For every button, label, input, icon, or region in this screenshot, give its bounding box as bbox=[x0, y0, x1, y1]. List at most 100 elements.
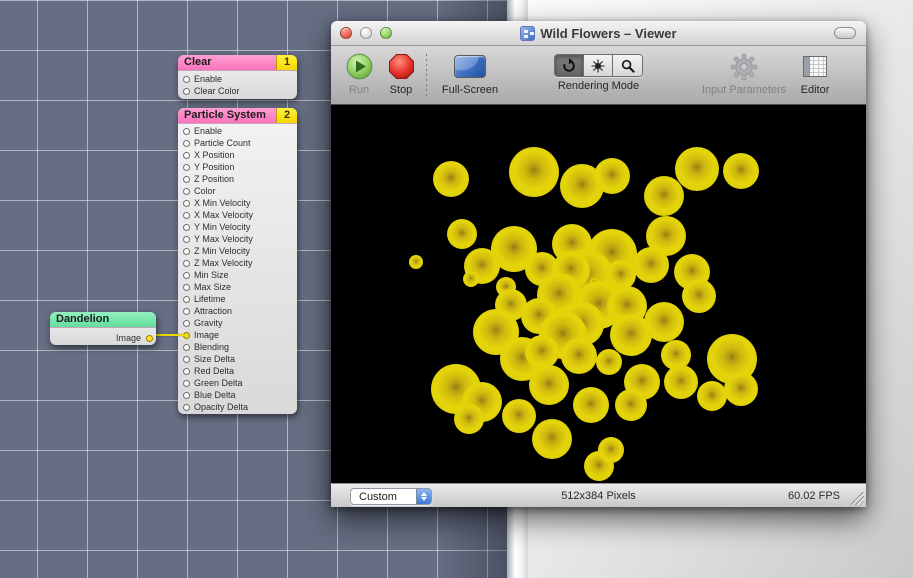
input-port-y-min-velocity[interactable]: Y Min Velocity bbox=[178, 221, 297, 233]
port-dot[interactable] bbox=[183, 260, 190, 267]
port-label: Clear Color bbox=[194, 86, 240, 96]
stop-button[interactable]: Stop bbox=[381, 52, 421, 96]
port-dot[interactable] bbox=[183, 152, 190, 159]
input-port-y-position[interactable]: Y Position bbox=[178, 161, 297, 173]
input-port-z-min-velocity[interactable]: Z Min Velocity bbox=[178, 245, 297, 257]
input-port-blending[interactable]: Blending bbox=[178, 341, 297, 353]
dandelion-particle bbox=[573, 387, 609, 423]
port-label: Z Max Velocity bbox=[194, 258, 253, 268]
port-label: Gravity bbox=[194, 318, 223, 328]
dandelion-particle bbox=[682, 279, 716, 313]
port-dot[interactable] bbox=[183, 296, 190, 303]
port-label: Red Delta bbox=[194, 366, 234, 376]
node-particle-system-header[interactable]: Particle System 2 bbox=[178, 108, 297, 124]
port-dot[interactable] bbox=[183, 356, 190, 363]
fullscreen-icon bbox=[454, 55, 486, 78]
port-label: Min Size bbox=[194, 270, 229, 280]
input-port-image[interactable]: Image bbox=[178, 329, 297, 341]
input-port-green-delta[interactable]: Green Delta bbox=[178, 377, 297, 389]
input-port-particle-count[interactable]: Particle Count bbox=[178, 137, 297, 149]
port-dot[interactable] bbox=[183, 320, 190, 327]
port-dot[interactable] bbox=[183, 248, 190, 255]
port-dot[interactable] bbox=[183, 272, 190, 279]
port-dot[interactable] bbox=[183, 76, 190, 83]
input-port-x-max-velocity[interactable]: X Max Velocity bbox=[178, 209, 297, 221]
fullscreen-button[interactable]: Full-Screen bbox=[434, 52, 506, 96]
input-parameters-label: Input Parameters bbox=[702, 84, 786, 96]
editor-button[interactable]: Editor bbox=[789, 52, 841, 96]
input-port-color[interactable]: Color bbox=[178, 185, 297, 197]
rendering-mode-segments bbox=[554, 54, 643, 77]
dandelion-particle bbox=[596, 349, 622, 375]
output-port-image[interactable]: Image bbox=[50, 330, 156, 346]
run-button[interactable]: Run bbox=[339, 52, 379, 96]
input-port-lifetime[interactable]: Lifetime bbox=[178, 293, 297, 305]
dandelion-particle bbox=[525, 335, 559, 369]
input-parameters-button[interactable]: Input Parameters bbox=[688, 52, 800, 96]
input-port-enable[interactable]: Enable bbox=[178, 73, 297, 85]
port-dot[interactable] bbox=[183, 200, 190, 207]
layer-badge: 2 bbox=[276, 108, 297, 123]
port-dot[interactable] bbox=[183, 224, 190, 231]
dandelion-particle bbox=[697, 381, 727, 411]
dandelion-particle bbox=[594, 158, 630, 194]
segment-inspect-mode[interactable] bbox=[613, 55, 642, 76]
dandelion-particle bbox=[664, 365, 698, 399]
port-dot[interactable] bbox=[183, 128, 190, 135]
port-dot[interactable] bbox=[146, 335, 153, 342]
port-label: Max Size bbox=[194, 282, 231, 292]
minimize-button[interactable] bbox=[360, 27, 372, 39]
port-dot[interactable] bbox=[183, 212, 190, 219]
input-port-blue-delta[interactable]: Blue Delta bbox=[178, 389, 297, 401]
port-label: Blue Delta bbox=[194, 390, 236, 400]
node-dandelion-header[interactable]: Dandelion bbox=[50, 312, 156, 328]
input-port-max-size[interactable]: Max Size bbox=[178, 281, 297, 293]
port-dot[interactable] bbox=[183, 236, 190, 243]
input-port-x-min-velocity[interactable]: X Min Velocity bbox=[178, 197, 297, 209]
zoom-button[interactable] bbox=[380, 27, 392, 39]
port-dot[interactable] bbox=[183, 380, 190, 387]
toolbar-toggle-capsule[interactable] bbox=[834, 27, 856, 39]
port-dot[interactable] bbox=[183, 140, 190, 147]
node-clear[interactable]: Clear 1 EnableClear Color bbox=[178, 55, 297, 99]
port-dot[interactable] bbox=[183, 404, 190, 411]
port-dot[interactable] bbox=[183, 188, 190, 195]
segment-debug-mode[interactable] bbox=[584, 55, 613, 76]
input-port-attraction[interactable]: Attraction bbox=[178, 305, 297, 317]
input-port-clear-color[interactable]: Clear Color bbox=[178, 85, 297, 97]
input-port-opacity-delta[interactable]: Opacity Delta bbox=[178, 401, 297, 413]
port-dot[interactable] bbox=[183, 344, 190, 351]
port-dot[interactable] bbox=[183, 284, 190, 291]
editor-label: Editor bbox=[801, 84, 830, 96]
gear-icon bbox=[730, 52, 758, 81]
input-port-size-delta[interactable]: Size Delta bbox=[178, 353, 297, 365]
viewer-window: Wild Flowers – Viewer bbox=[331, 21, 866, 507]
resize-grip[interactable] bbox=[851, 492, 864, 505]
input-port-min-size[interactable]: Min Size bbox=[178, 269, 297, 281]
node-particle-system[interactable]: Particle System 2 EnableParticle CountX … bbox=[178, 108, 297, 414]
input-port-y-max-velocity[interactable]: Y Max Velocity bbox=[178, 233, 297, 245]
port-label: Enable bbox=[194, 126, 222, 136]
render-dimensions: 512x384 Pixels bbox=[331, 490, 866, 502]
port-dot[interactable] bbox=[183, 368, 190, 375]
segment-normal-rendering[interactable] bbox=[555, 55, 584, 76]
dandelion-particle bbox=[723, 153, 759, 189]
viewer-titlebar[interactable]: Wild Flowers – Viewer bbox=[331, 21, 866, 46]
input-port-z-max-velocity[interactable]: Z Max Velocity bbox=[178, 257, 297, 269]
close-button[interactable] bbox=[340, 27, 352, 39]
input-port-enable[interactable]: Enable bbox=[178, 125, 297, 137]
input-port-gravity[interactable]: Gravity bbox=[178, 317, 297, 329]
port-label: Lifetime bbox=[194, 294, 226, 304]
port-dot[interactable] bbox=[183, 164, 190, 171]
input-port-red-delta[interactable]: Red Delta bbox=[178, 365, 297, 377]
port-dot[interactable] bbox=[183, 176, 190, 183]
run-label: Run bbox=[349, 84, 369, 96]
node-clear-header[interactable]: Clear 1 bbox=[178, 55, 297, 71]
port-dot[interactable] bbox=[183, 308, 190, 315]
input-port-z-position[interactable]: Z Position bbox=[178, 173, 297, 185]
port-dot[interactable] bbox=[183, 88, 190, 95]
port-dot[interactable] bbox=[183, 392, 190, 399]
node-dandelion[interactable]: Dandelion Image bbox=[50, 312, 156, 345]
window-title: Wild Flowers – Viewer bbox=[540, 26, 676, 41]
input-port-x-position[interactable]: X Position bbox=[178, 149, 297, 161]
